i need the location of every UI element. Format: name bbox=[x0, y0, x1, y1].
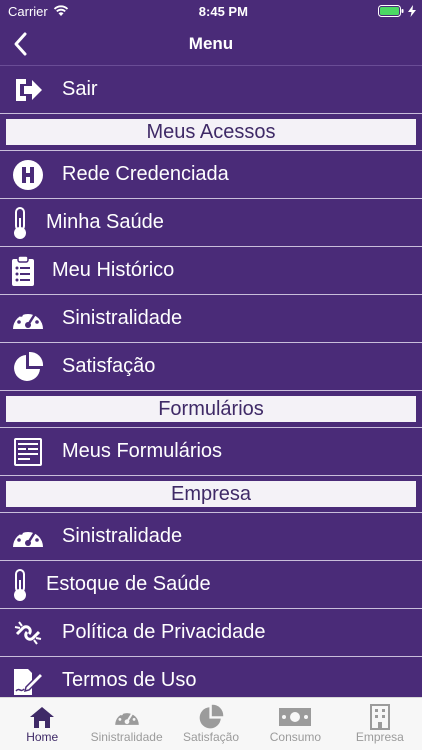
section-header-empresa: Empresa bbox=[0, 476, 422, 513]
tab-label: Sinistralidade bbox=[90, 730, 163, 744]
menu-item-label: Meus Formulários bbox=[62, 440, 223, 462]
tab-home[interactable]: Home bbox=[0, 698, 84, 750]
section-title: Formulários bbox=[158, 397, 264, 420]
tab-label: Satisfação bbox=[182, 730, 240, 744]
menu-item-meus-formularios[interactable]: Meus Formulários bbox=[0, 428, 422, 476]
menu-item-label: Sinistralidade bbox=[62, 525, 183, 547]
menu-item-minha-saude[interactable]: Minha Saúde bbox=[0, 199, 422, 247]
battery-icon bbox=[378, 5, 404, 17]
menu-item-label: Sinistralidade bbox=[62, 307, 183, 329]
menu-item-meu-historico[interactable]: Meu Histórico bbox=[0, 247, 422, 295]
tab-label: Home bbox=[26, 730, 59, 744]
tab-bar: Home Sinistralidade Satisfação Consumo E… bbox=[0, 697, 422, 750]
menu-item-politica-de-privacidade[interactable]: Política de Privacidade bbox=[0, 609, 422, 657]
menu-item-label: Sair bbox=[62, 78, 98, 100]
back-button[interactable] bbox=[8, 30, 36, 58]
clock: 8:45 PM bbox=[198, 3, 248, 19]
section-title: Meus Acessos bbox=[146, 120, 276, 143]
status-right bbox=[378, 5, 416, 17]
tab-label: Empresa bbox=[355, 730, 404, 744]
menu-list: Sair Meus Acessos Rede Credenciada Minha… bbox=[0, 66, 422, 705]
home-icon bbox=[29, 704, 55, 730]
menu-item-rede-credenciada[interactable]: Rede Credenciada bbox=[0, 151, 422, 199]
hospital-icon bbox=[8, 157, 48, 193]
menu-item-label: Estoque de Saúde bbox=[46, 573, 211, 595]
thermometer-icon bbox=[8, 205, 32, 241]
charging-icon bbox=[408, 5, 416, 17]
form-icon bbox=[8, 434, 48, 470]
section-title: Empresa bbox=[170, 482, 252, 505]
tab-consumo[interactable]: Consumo bbox=[253, 698, 337, 750]
nav-bar: Menu bbox=[0, 22, 422, 66]
menu-item-empresa-sinistralidade[interactable]: Sinistralidade bbox=[0, 513, 422, 561]
tab-empresa[interactable]: Empresa bbox=[338, 698, 422, 750]
building-icon bbox=[369, 704, 391, 730]
menu-item-label: Termos de Uso bbox=[62, 669, 197, 691]
menu-item-estoque-de-saude[interactable]: Estoque de Saúde bbox=[0, 561, 422, 609]
signature-icon bbox=[8, 663, 48, 699]
status-left: Carrier bbox=[8, 4, 69, 19]
menu-item-label: Meu Histórico bbox=[52, 259, 175, 281]
section-header-formularios: Formulários bbox=[0, 391, 422, 428]
menu-item-label: Política de Privacidade bbox=[62, 621, 266, 643]
menu-item-label: Satisfação bbox=[62, 355, 156, 377]
clipboard-icon bbox=[8, 253, 38, 289]
broken-link-icon bbox=[8, 615, 48, 651]
gauge-icon bbox=[8, 301, 48, 337]
status-bar: Carrier 8:45 PM bbox=[0, 0, 422, 22]
menu-item-label: Rede Credenciada bbox=[62, 163, 229, 185]
pie-chart-icon bbox=[198, 704, 224, 730]
logout-icon bbox=[8, 72, 48, 108]
chevron-left-icon bbox=[14, 32, 27, 56]
section-header-acessos: Meus Acessos bbox=[0, 114, 422, 151]
menu-item-sinistralidade[interactable]: Sinistralidade bbox=[0, 295, 422, 343]
menu-item-satisfacao[interactable]: Satisfação bbox=[0, 343, 422, 391]
tab-label: Consumo bbox=[269, 730, 322, 744]
wifi-icon bbox=[53, 5, 68, 16]
tab-sinistralidade[interactable]: Sinistralidade bbox=[84, 698, 168, 750]
carrier-label: Carrier bbox=[8, 3, 48, 19]
gauge-icon bbox=[8, 519, 48, 555]
menu-item-label: Minha Saúde bbox=[46, 211, 164, 233]
menu-item-logout[interactable]: Sair bbox=[0, 66, 422, 114]
pie-chart-icon bbox=[8, 349, 48, 385]
gauge-icon bbox=[113, 704, 141, 730]
tab-satisfacao[interactable]: Satisfação bbox=[169, 698, 253, 750]
page-title: Menu bbox=[188, 33, 234, 53]
money-icon bbox=[278, 704, 312, 730]
thermometer-icon bbox=[8, 567, 32, 603]
